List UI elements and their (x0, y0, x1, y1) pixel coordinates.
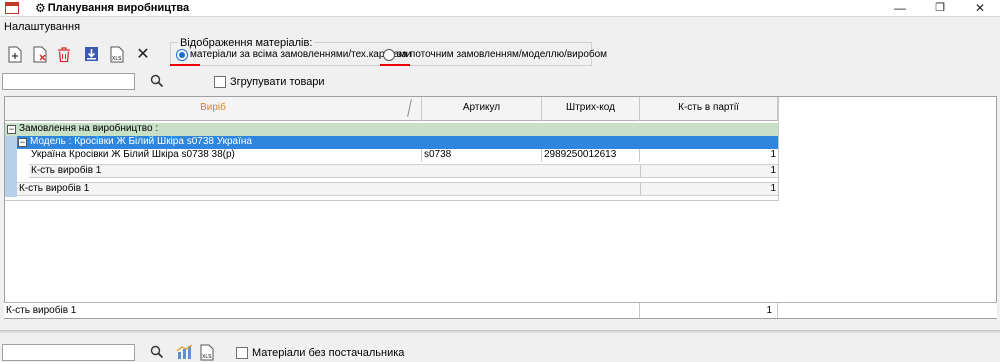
restore-icon: ❐ (935, 2, 945, 14)
annotation-underline (170, 64, 200, 66)
radio-materials-all-label[interactable]: матеріали за всіма замовленнями/тех.карт… (190, 49, 411, 60)
chart-analysis-icon[interactable] (176, 344, 194, 360)
model-total-row: К-сть виробів 1 1 (29, 164, 778, 178)
column-header-quantity[interactable]: К-сть в партії (640, 97, 778, 121)
maximize-button[interactable]: ❐ (920, 0, 960, 17)
trash-icon (58, 47, 70, 63)
download-icon (85, 47, 98, 61)
model-side-bar (5, 136, 17, 197)
radio-materials-current[interactable] (383, 49, 395, 61)
model-row[interactable]: − Модель : Кросівки Ж Білий Шкіра s0738 … (17, 136, 778, 149)
model-label: Модель : Кросівки Ж Білий Шкіра s0738 Ук… (30, 136, 252, 147)
close-toolbar-button[interactable]: ✕ (135, 46, 151, 64)
grid-header: Виріб Артикул Штрих-код К-сть в партії (5, 97, 778, 121)
footer-divider (639, 303, 640, 318)
column-header-product[interactable]: Виріб (5, 97, 422, 121)
minimize-icon: — (894, 1, 906, 15)
grid-right-border (778, 97, 779, 200)
xls-label: XLS (202, 354, 212, 360)
group-goods-label: Згрупувати товари (230, 76, 325, 88)
group-total-row: К-сть виробів 1 1 (17, 182, 778, 196)
close-icon: ✕ (136, 46, 150, 63)
column-header-barcode[interactable]: Штрих-код (542, 97, 640, 121)
add-document-button[interactable] (8, 46, 24, 64)
gear-icon: ⚙ (35, 1, 46, 15)
footer-total-qty: 1 (766, 305, 772, 316)
cell-quantity: 1 (770, 149, 776, 160)
title-bar: ⚙ Планування виробництва — ❐ ✕ (0, 0, 1000, 17)
group-total-label: К-сть виробів 1 (19, 183, 90, 194)
annotation-underline (380, 64, 410, 66)
footer-total-label: К-сть виробів 1 (6, 305, 77, 316)
xls-icon[interactable]: XLS (200, 344, 215, 361)
delete-document-button[interactable] (33, 46, 49, 64)
model-total-label: К-сть виробів 1 (31, 165, 102, 176)
suppliers-checkbox[interactable] (236, 347, 248, 359)
app-window-icon (5, 2, 19, 14)
suppliers-label: Матеріали без постачальника (252, 347, 405, 359)
collapse-toggle[interactable]: − (7, 125, 16, 134)
model-total-qty: 1 (640, 165, 778, 178)
menu-settings[interactable]: Налаштування (4, 21, 80, 33)
close-icon: ✕ (974, 1, 986, 15)
footer-total-row: К-сть виробів 1 1 (4, 302, 997, 318)
cell-barcode: 2989250012613 (542, 149, 640, 162)
search-icon[interactable] (150, 345, 164, 359)
minimize-button[interactable]: — (880, 0, 920, 17)
footer-divider (777, 303, 778, 318)
panel-splitter[interactable] (0, 330, 1000, 333)
collapse-toggle[interactable]: − (18, 138, 27, 147)
group-goods-checkbox[interactable] (214, 76, 226, 88)
column-header-article[interactable]: Артикул (422, 97, 542, 121)
group-label: Замовлення на виробництво : (19, 123, 159, 134)
bottom-search-input[interactable] (2, 344, 135, 361)
grid-bottom-border (5, 200, 779, 201)
xls-label: XLS (112, 56, 122, 62)
delete-doc-icon (33, 46, 47, 63)
radio-materials-current-label[interactable]: за поточним замовленням/моделлю/виробом (397, 49, 607, 60)
group-total-qty: 1 (640, 183, 778, 196)
search-icon[interactable] (150, 74, 164, 88)
close-window-button[interactable]: ✕ (960, 0, 1000, 17)
window-title: Планування виробництва (47, 2, 190, 14)
production-grid: Виріб Артикул Штрих-код К-сть в партії −… (4, 96, 997, 319)
download-button[interactable] (84, 46, 100, 64)
materials-display-title: Відображення матеріалів: (178, 37, 315, 49)
add-doc-icon (8, 46, 22, 63)
export-xls-button[interactable]: XLS (110, 46, 126, 64)
search-input[interactable] (2, 73, 135, 90)
xls-icon: XLS (110, 46, 124, 63)
table-row[interactable]: Україна Кросівки Ж Білий Шкіра s0738 38(… (29, 149, 778, 162)
trash-button[interactable] (57, 46, 73, 64)
radio-materials-all[interactable] (176, 49, 188, 61)
cell-product: Україна Кросівки Ж Білий Шкіра s0738 38(… (29, 149, 422, 162)
group-row[interactable]: − Замовлення на виробництво : (5, 123, 778, 136)
cell-article: s0738 (422, 149, 542, 162)
